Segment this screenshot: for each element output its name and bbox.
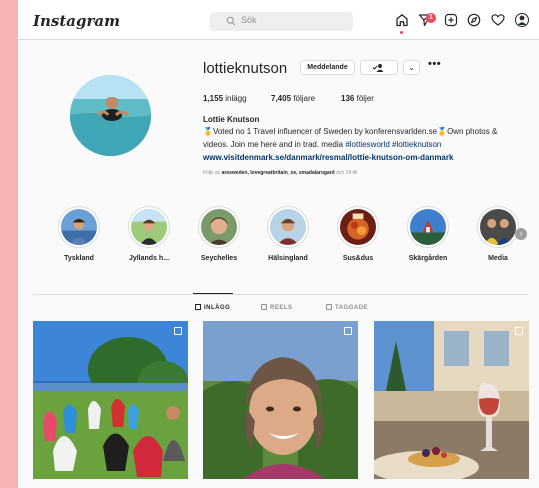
- tabs-divider: [33, 294, 528, 295]
- followed-by-prefix: Följs av: [203, 170, 222, 176]
- home-active-dot: [400, 31, 403, 34]
- following-person-check-icon: [372, 64, 384, 72]
- carousel-icon: [515, 327, 523, 335]
- post-thumbnail[interactable]: [374, 321, 529, 479]
- heart-activity-icon[interactable]: [491, 13, 505, 27]
- profile-full-name: Lottie Knutson: [203, 115, 260, 124]
- explore-compass-icon[interactable]: [467, 13, 481, 27]
- tab-label: INLÄGG: [204, 305, 231, 311]
- bio-text: videos. Join me here and in trad. media: [203, 140, 346, 149]
- highlight-susdus[interactable]: Sus&dus: [328, 206, 388, 262]
- highlight-label: Seychelles: [200, 255, 238, 262]
- more-options-icon[interactable]: •••: [428, 58, 441, 70]
- notification-badge: 1: [426, 13, 436, 23]
- followed-by-suffix: och 14 till: [334, 170, 358, 176]
- highlight-label: Sus&dus: [342, 255, 374, 262]
- highlight-label: Skärgården: [408, 255, 448, 262]
- highlight-label: Tyskland: [64, 255, 94, 262]
- followed-by-text[interactable]: Följs av aresweden, lovegreatbritain_se,…: [203, 170, 357, 176]
- post-thumbnail[interactable]: [33, 321, 188, 479]
- highlight-label: Media: [488, 255, 508, 262]
- search-input[interactable]: Sök: [210, 12, 353, 31]
- highlight-label: Hälsingland: [268, 255, 308, 262]
- followed-by-names: aresweden, lovegreatbritain_se, smadalar…: [221, 170, 335, 176]
- posts-count: 1,155: [203, 94, 224, 103]
- highlight-label: Jyllands h...: [128, 255, 170, 262]
- bio-hashtags[interactable]: #lottiesworld #lottieknutson: [345, 140, 441, 149]
- following-stat[interactable]: 136 följer: [341, 94, 374, 103]
- tab-label: REELS: [270, 305, 293, 311]
- active-tab-indicator: [193, 293, 233, 294]
- reels-icon: [261, 304, 267, 310]
- followers-count: 7,405: [271, 94, 292, 103]
- top-navigation-bar: Instagram ⌄ Sök 1: [18, 0, 539, 40]
- posts-label: inlägg: [225, 94, 247, 103]
- profile-website-link[interactable]: www.visitdenmark.se/danmark/resmal/lotti…: [203, 153, 453, 162]
- profile-username: lottieknutson: [203, 60, 288, 77]
- new-post-icon[interactable]: [444, 13, 458, 27]
- highlight-seychelles[interactable]: Seychelles: [189, 206, 249, 262]
- tab-reels[interactable]: REELS: [261, 304, 293, 311]
- highlight-tyskland[interactable]: Tyskland: [49, 206, 109, 262]
- instagram-logo[interactable]: Instagram: [33, 12, 120, 30]
- carousel-icon: [174, 327, 182, 335]
- tagged-icon: [326, 304, 332, 310]
- grid-icon: [195, 304, 201, 310]
- bio-line-1: 🥇Voted no 1 Travel influencer of Sweden …: [203, 127, 498, 136]
- message-button[interactable]: Meddelande: [300, 60, 355, 75]
- carousel-icon: [344, 327, 352, 335]
- highlight-halsingland[interactable]: Hälsingland: [258, 206, 318, 262]
- tab-tagged[interactable]: TAGGADE: [326, 304, 368, 311]
- instagram-window: Instagram ⌄ Sök 1 lottieknutson Meddelan…: [18, 0, 539, 488]
- tab-label: TAGGADE: [335, 305, 369, 311]
- highlight-skargarden[interactable]: Skärgården: [398, 206, 458, 262]
- account-switch-chevron-icon[interactable]: ⌄: [91, 15, 99, 26]
- followers-stat[interactable]: 7,405 följare: [271, 94, 315, 103]
- post-thumbnail[interactable]: [203, 321, 358, 479]
- profile-avatar-icon[interactable]: [515, 13, 529, 27]
- posts-stat: 1,155 inlägg: [203, 94, 247, 103]
- search-placeholder: Sök: [241, 15, 257, 25]
- following-button[interactable]: [360, 60, 398, 75]
- bio-line-2: videos. Join me here and in trad. media …: [203, 140, 441, 149]
- profile-avatar[interactable]: [70, 75, 151, 156]
- following-count: 136: [341, 94, 355, 103]
- followers-label: följare: [293, 94, 316, 103]
- highlight-jyllands[interactable]: Jyllands h...: [119, 206, 179, 262]
- following-label: följer: [356, 94, 374, 103]
- chevron-down-icon: ⌄: [408, 63, 415, 72]
- tab-posts[interactable]: INLÄGG: [195, 304, 230, 311]
- home-icon[interactable]: [395, 13, 409, 27]
- search-icon: [226, 16, 236, 26]
- highlights-next-arrow-icon[interactable]: ›: [515, 228, 527, 240]
- suggested-dropdown-button[interactable]: ⌄: [403, 60, 420, 75]
